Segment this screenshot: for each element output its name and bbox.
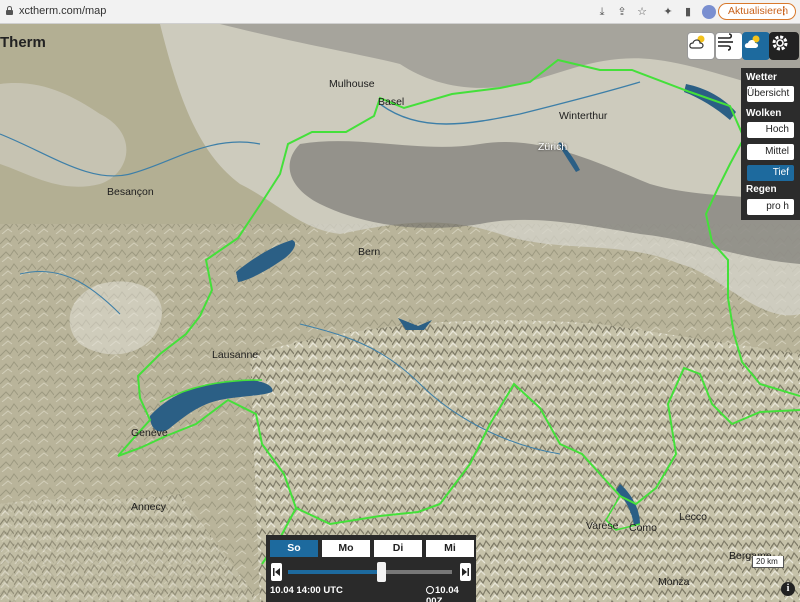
hoch-button[interactable]: Hoch <box>747 122 794 138</box>
gear-icon <box>772 35 788 51</box>
wind-button[interactable] <box>715 32 743 60</box>
download-icon[interactable]: ⤓ <box>594 4 610 20</box>
address-bar[interactable]: xctherm.com/map <box>19 5 106 17</box>
extensions-icon[interactable]: ✦ <box>660 4 676 20</box>
map-canvas[interactable]: Therm Mulhouse Basel Winterthur Zürich B… <box>0 24 800 602</box>
profile-avatar[interactable] <box>702 5 716 19</box>
layer-panel: Wetter Übersicht Wolken Hoch Mittel Tief… <box>741 68 800 220</box>
current-time-label: 10.04 14:00 UTC <box>270 585 343 596</box>
city-label-winterthur: Winterthur <box>559 110 608 122</box>
day-tab-so[interactable]: So <box>270 540 318 557</box>
step-back-button[interactable] <box>271 563 282 581</box>
clouds-button[interactable] <box>742 32 770 60</box>
uebersicht-button[interactable]: Übersicht <box>747 86 794 102</box>
info-icon[interactable]: i <box>781 582 795 596</box>
cloud-icon <box>744 35 760 48</box>
settings-button[interactable] <box>769 32 799 60</box>
city-label-geneve: Genève <box>131 427 168 439</box>
day-tab-mi[interactable]: Mi <box>426 540 474 557</box>
city-label-basel: Basel <box>378 96 405 108</box>
city-label-lecco: Lecco <box>679 511 708 523</box>
regen-heading: Regen <box>746 184 777 195</box>
city-label-annecy: Annecy <box>131 501 167 513</box>
city-label-como: Como <box>629 522 658 534</box>
more-icon: ⋮ <box>778 5 790 17</box>
time-slider-thumb[interactable] <box>377 562 387 582</box>
skip-forward-icon <box>462 568 469 576</box>
model-run-label: 10.04 00Z <box>426 585 459 602</box>
update-button[interactable]: Aktualisieren ⋮ <box>718 3 796 20</box>
browser-toolbar: xctherm.com/map ⤓ ⇪ ☆ ✦ ▮ Aktualisieren ⋮ <box>0 0 800 24</box>
step-forward-button[interactable] <box>460 563 471 581</box>
clock-icon <box>426 586 434 594</box>
star-icon[interactable]: ☆ <box>634 4 650 20</box>
cloud-sun-icon <box>689 35 705 49</box>
city-label-besancon: Besançon <box>107 186 154 198</box>
brand-logo: Therm <box>0 34 46 51</box>
share-icon[interactable]: ⇪ <box>614 4 630 20</box>
city-label-zurich: Zürich <box>538 141 568 153</box>
day-tab-mo[interactable]: Mo <box>322 540 370 557</box>
wolken-heading: Wolken <box>746 108 782 119</box>
sidebar-icon[interactable]: ▮ <box>680 4 696 20</box>
wetter-heading: Wetter <box>746 72 777 83</box>
time-controls: So Mo Di Mi 10.04 14:00 UTC 10.04 00Z <box>266 535 476 602</box>
time-slider-remaining <box>381 570 452 574</box>
mittel-button[interactable]: Mittel <box>747 144 794 160</box>
lock-icon <box>6 6 13 15</box>
weather-overview-button[interactable] <box>687 32 715 60</box>
map-scale: 20 km <box>752 556 784 568</box>
city-label-bern: Bern <box>358 246 381 258</box>
city-label-lausanne: Lausanne <box>212 349 259 361</box>
skip-back-icon <box>273 568 280 576</box>
wind-icon <box>718 33 733 51</box>
city-label-varese: Varese <box>586 520 619 532</box>
city-label-mulhouse: Mulhouse <box>329 78 375 90</box>
day-tab-di[interactable]: Di <box>374 540 422 557</box>
city-label-monza: Monza <box>658 576 690 588</box>
pro-h-button[interactable]: pro h <box>747 199 794 215</box>
tief-button[interactable]: Tief <box>747 165 794 181</box>
